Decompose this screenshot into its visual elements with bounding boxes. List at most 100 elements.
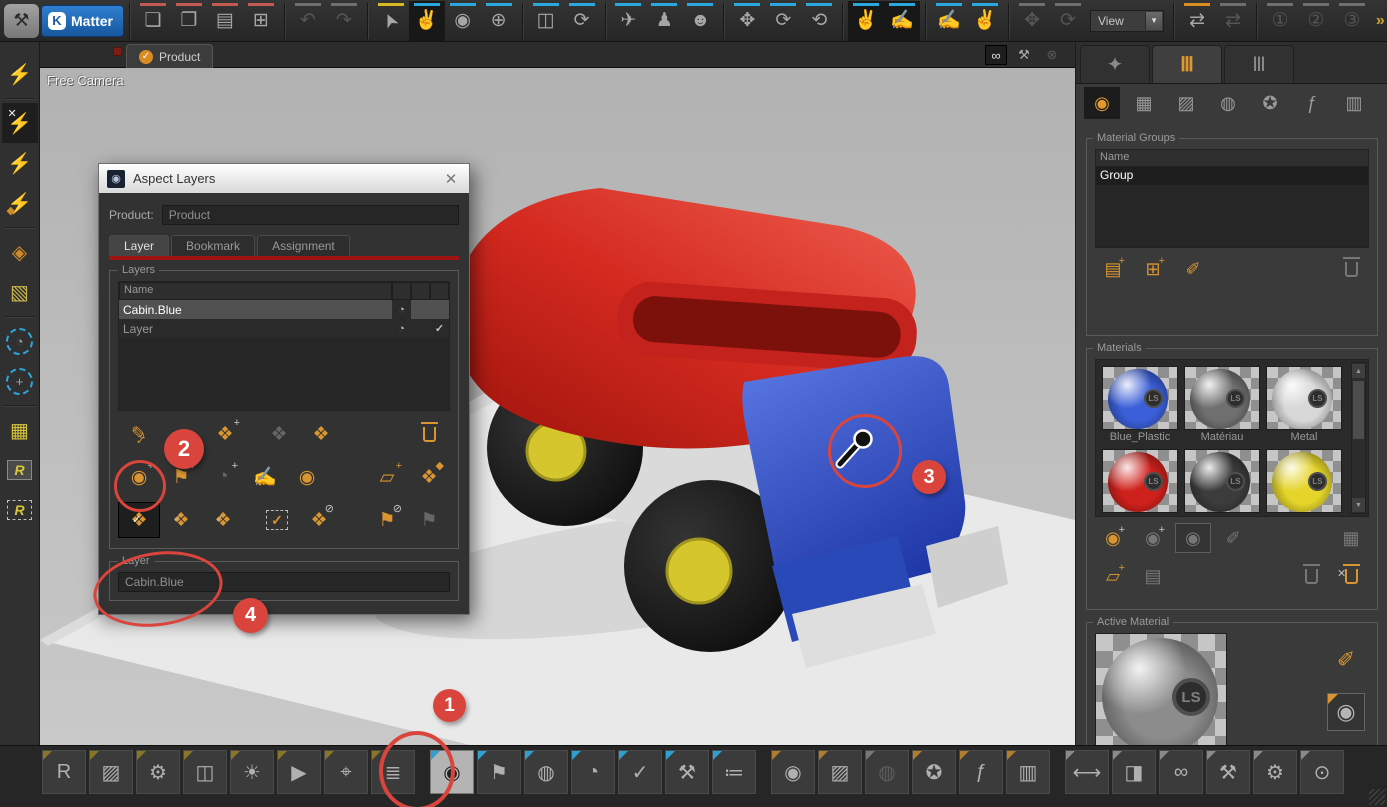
cell[interactable]	[411, 319, 430, 338]
position-layers-button[interactable]: ⚑	[477, 750, 521, 794]
main-menu-button[interactable]: ⚒	[4, 4, 39, 38]
tab-bookmark[interactable]: Bookmark	[171, 235, 255, 256]
stereo-view-button[interactable]: ∞	[1159, 750, 1203, 794]
touch-pan-button[interactable]: ✍	[884, 1, 920, 41]
pan-hand-tool-button[interactable]: ✌	[409, 1, 445, 41]
add-circle-button[interactable]: +	[2, 361, 38, 401]
fly-mode-button[interactable]: ✈	[610, 1, 646, 41]
camera-view-button[interactable]: ◫	[528, 1, 564, 41]
camera-orbit-button[interactable]: ⟳	[564, 1, 600, 41]
controller-button[interactable]: ⌖	[324, 750, 368, 794]
environments-library-button[interactable]: ✪	[912, 750, 956, 794]
material-editor-button[interactable]: ◉	[1327, 693, 1365, 731]
visibility-eye-icon[interactable]: ◔	[392, 319, 411, 338]
save-as-button[interactable]: ⊞	[243, 1, 279, 41]
extract-layer-button[interactable]: ❖ ◆	[408, 459, 450, 495]
redo-button[interactable]: ↷	[326, 1, 362, 41]
scene-layers-button[interactable]: ◍	[524, 750, 568, 794]
duplicate-material-button[interactable]: ◉ +	[1135, 523, 1171, 553]
column-header[interactable]	[411, 282, 430, 300]
tab-catalog[interactable]: Ⅲ	[1224, 45, 1294, 83]
render-region-button[interactable]: R	[2, 490, 38, 530]
visibility-circle-button[interactable]: ◔	[2, 321, 38, 361]
tools-icon[interactable]: ⚒	[1013, 45, 1035, 65]
assign-material-to-layer-button[interactable]: ◉	[286, 459, 328, 495]
camera-3-button[interactable]: ③	[1334, 1, 1370, 41]
product-input[interactable]	[162, 205, 459, 225]
new-layer-folder-button[interactable]: ▱ +	[366, 459, 408, 495]
group-list-empty[interactable]	[1096, 185, 1368, 247]
animations-category-button[interactable]: ▥	[1336, 87, 1372, 119]
rotate-object-button[interactable]: ⟳	[765, 1, 801, 41]
movie-capture-button[interactable]: ◫	[183, 750, 227, 794]
pick-material-button[interactable]: ✐	[1327, 641, 1365, 679]
scrollbar-thumb[interactable]	[1353, 381, 1364, 439]
checklist-button[interactable]: ≔	[712, 750, 756, 794]
tab-layer[interactable]: Layer	[109, 235, 169, 256]
isolate-layer-button[interactable]: ❖	[300, 416, 342, 452]
viewport-frame-button[interactable]: ◈	[2, 232, 38, 272]
toolkit-button[interactable]: ⚒	[1206, 750, 1250, 794]
animation-clapper-button[interactable]: ▶	[277, 750, 321, 794]
new-material-button[interactable]: ◉ +	[1095, 523, 1131, 553]
undo-button[interactable]: ↶	[290, 1, 326, 41]
cell[interactable]	[411, 300, 430, 319]
render-queue-button[interactable]: R	[42, 750, 86, 794]
next-view-button[interactable]: ⇄	[1215, 1, 1251, 41]
scenes-library-button[interactable]: ◍	[865, 750, 909, 794]
add-layer-button[interactable]: ❖ +	[204, 416, 246, 452]
scroll-up-icon[interactable]: ▲	[1352, 364, 1365, 378]
activate-layer-button[interactable]: ❖ ✓	[118, 502, 160, 538]
add-tag-layer-button[interactable]: ⚑ +	[160, 459, 202, 495]
move-object-button[interactable]: ✥	[729, 1, 765, 41]
add-group-button[interactable]: ▤ +	[1095, 254, 1131, 284]
chevron-down-icon[interactable]: ▼	[1145, 12, 1162, 30]
view-dropdown[interactable]: View ▼	[1090, 10, 1164, 32]
tab-variants[interactable]: ✦	[1080, 45, 1150, 83]
delete-unused-materials-button[interactable]: ✕	[1333, 561, 1369, 591]
new-file-button[interactable]: ❏	[135, 1, 171, 41]
close-icon[interactable]: ✕	[441, 170, 461, 188]
touch-rotate-button[interactable]: ✌	[848, 1, 884, 41]
material-item[interactable]: LS Blue_Plastic	[1102, 366, 1178, 443]
material-item[interactable]: LS	[1102, 449, 1178, 513]
tab-assignment[interactable]: Assignment	[257, 235, 350, 256]
name-column-header[interactable]: Name	[1096, 150, 1368, 167]
resize-grip[interactable]	[1369, 789, 1385, 805]
animations-library-button[interactable]: ▥	[1006, 750, 1050, 794]
material-item[interactable]: LS Matériau	[1184, 366, 1260, 443]
check-layers-button[interactable]: ✓	[618, 750, 662, 794]
name-column-header[interactable]: Name	[119, 282, 392, 300]
render-image-button[interactable]: R	[2, 450, 38, 490]
render-power-button[interactable]: ⚡	[2, 54, 38, 94]
measure-button[interactable]: ⟷	[1065, 750, 1109, 794]
pick-layer-button[interactable]: ✎ ✓	[118, 416, 160, 452]
tab-library[interactable]: Ⅲ	[1152, 45, 1222, 83]
import-material-folder-button[interactable]: ▱ +	[1095, 561, 1131, 591]
images-category-button[interactable]: ▨	[1168, 87, 1204, 119]
scenes-category-button[interactable]: ◍	[1210, 87, 1246, 119]
zoom-tool-button[interactable]: ⊕	[481, 1, 517, 41]
lighting-button[interactable]: ☀	[230, 750, 274, 794]
raytrace-region-button[interactable]: ⚡ ◆	[2, 183, 38, 223]
move-manipulator-button[interactable]: ✥	[1014, 1, 1050, 41]
environments-category-button[interactable]: ✪	[1252, 87, 1288, 119]
material-item[interactable]: LS	[1266, 449, 1342, 513]
previous-view-button[interactable]: ⇄	[1179, 1, 1215, 41]
visibility-eye-icon[interactable]: ◔	[392, 300, 411, 319]
material-item[interactable]: LS Metal	[1266, 366, 1342, 443]
select-tool-button[interactable]: ➤	[373, 1, 409, 41]
edit-material-button[interactable]: ◉	[1175, 523, 1211, 553]
effects-library-button[interactable]: ƒ	[959, 750, 1003, 794]
materials-library-button[interactable]: ◉	[771, 750, 815, 794]
delete-layer-button[interactable]	[408, 416, 450, 452]
materials-scrollbar[interactable]: ▲ ▼	[1351, 362, 1366, 514]
camera-2-button[interactable]: ②	[1298, 1, 1334, 41]
layer-name-input[interactable]	[118, 572, 450, 592]
rotate-manipulator-button[interactable]: ⟳	[1050, 1, 1086, 41]
layer-row-layer[interactable]: Layer ◔ ✓	[119, 319, 449, 338]
rotate-world-button[interactable]: ⟲	[801, 1, 837, 41]
isolate-layer-disabled-button[interactable]: ❖	[258, 416, 300, 452]
save-button[interactable]: ▤	[207, 1, 243, 41]
materials-category-button[interactable]: ◉	[1084, 87, 1120, 119]
